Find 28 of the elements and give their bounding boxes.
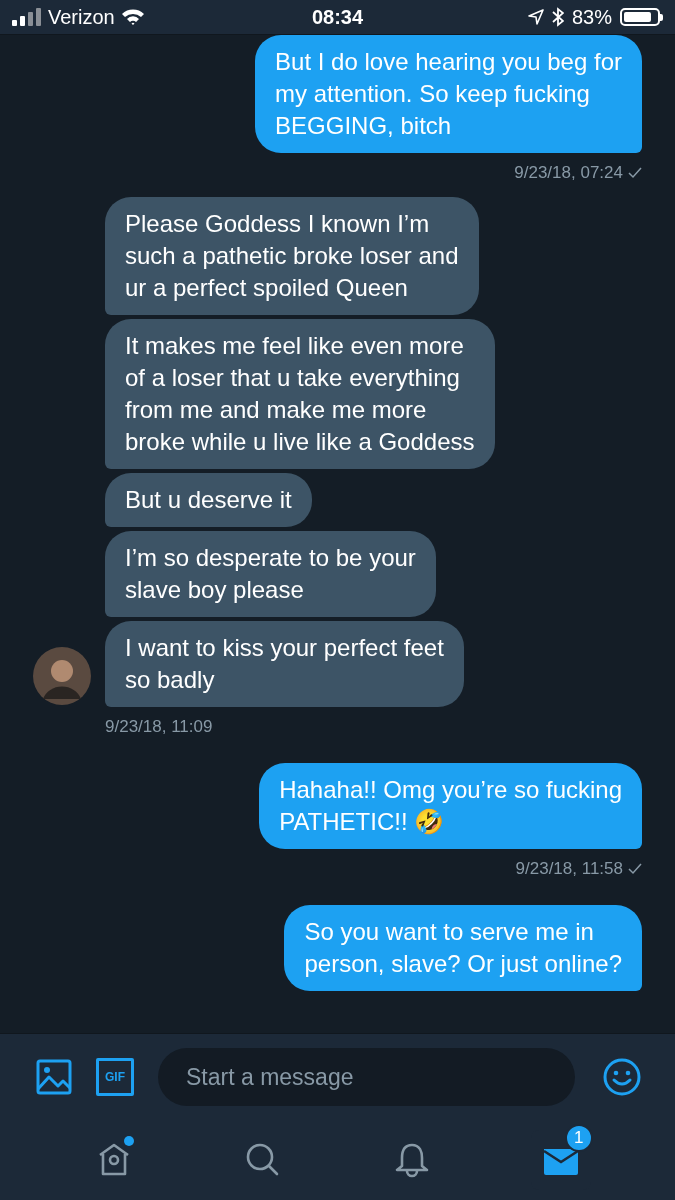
sent-message: Hahaha!! Omg you’re so fucking PATHETIC!! 🤣 [259,763,642,849]
sent-message: But I do love hearing you beg for my attention. So keep fucking BEGGING, bitch [255,35,642,153]
unread-count: 1 [564,1124,593,1152]
sent-message: So you want to serve me in person, slave? Or just online? [284,905,642,991]
received-message: Please Goddess I known I’m such a pathetic broke loser and ur a perfect spoiled Queen [105,197,479,315]
wifi-icon [120,8,145,26]
battery-icon [620,8,663,26]
check-icon [628,863,642,875]
received-message: But u deserve it [105,473,312,527]
emoji-icon[interactable] [603,1058,641,1096]
battery-percent: 83% [571,5,612,29]
received-message: I want to kiss your perfect feet so badly [105,621,464,707]
notification-dot [124,1136,135,1146]
bluetooth-icon [551,7,564,27]
clock-time: 08:34 [311,5,364,29]
avatar[interactable] [33,647,91,705]
received-message: It makes me feel like even more of a loser that u take everything from me and make me more broke while u live like a Goddess [105,319,495,469]
gif-button[interactable]: GIF [96,1058,134,1096]
carrier-name: Verizon [48,5,115,29]
message-timestamp: 9/23/18, 07:24 [514,163,623,183]
message-timestamp: 9/23/18, 11:09 [105,717,213,737]
received-message: I’m so desperate to be your slave boy please [105,531,436,617]
image-icon[interactable] [36,1059,72,1095]
check-icon [628,167,642,179]
message-input[interactable]: Start a message [158,1048,575,1106]
signal-icon [12,8,42,26]
location-arrow-icon [527,9,544,25]
message-timestamp: 9/23/18, 11:58 [515,859,623,879]
